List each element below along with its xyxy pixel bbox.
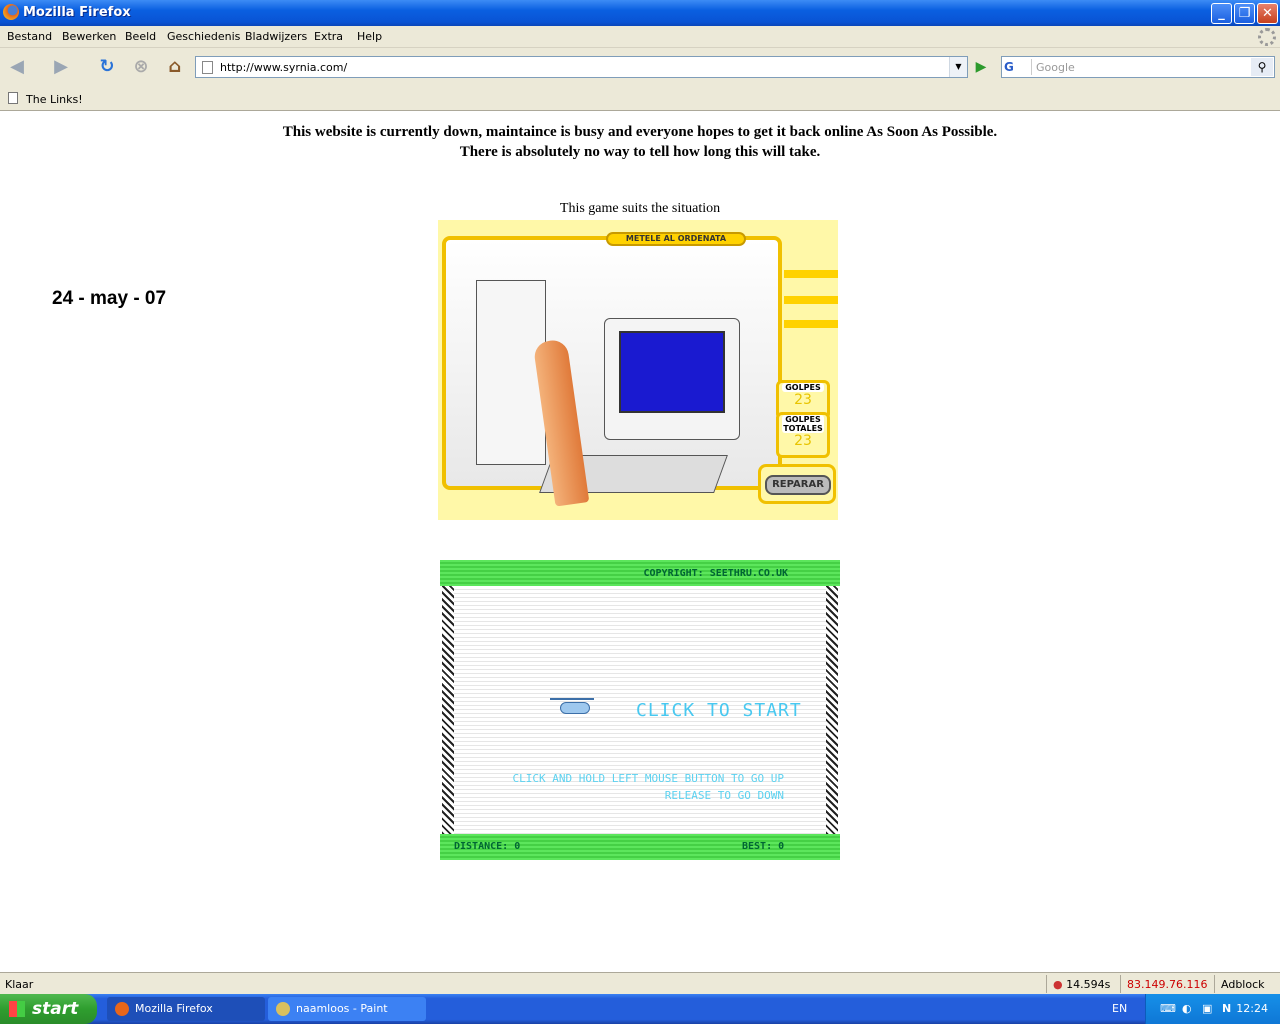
reload-icon[interactable]: ↻ xyxy=(94,54,120,80)
clock: 12:24 xyxy=(1236,1002,1268,1015)
page-icon xyxy=(202,61,213,74)
instruction-down: RELEASE TO GO DOWN xyxy=(664,789,784,802)
game-banner: METELE AL ORDENATA xyxy=(606,232,746,246)
best-label: BEST: xyxy=(742,841,773,852)
best-readout: BEST: 0 xyxy=(742,841,784,852)
start-label: start xyxy=(32,999,79,1019)
forward-arrow-icon[interactable]: ▶ xyxy=(48,54,74,80)
task-label: Mozilla Firefox xyxy=(135,1002,213,1015)
minimize-button[interactable]: _ xyxy=(1211,3,1232,24)
language-indicator[interactable]: EN xyxy=(1112,1002,1127,1015)
copyright-text: COPYRIGHT: SEETHRU.CO.UK xyxy=(643,568,789,579)
smash-computer-game[interactable]: METELE AL ORDENATA GOLPES 23 GOLPES TOTA… xyxy=(438,220,838,520)
menu-bar: Bestand Bewerken Beeld Geschiedenis Blad… xyxy=(0,26,1280,48)
menu-bewerken[interactable]: Bewerken xyxy=(62,30,116,43)
system-tray: ⌨ ◐ ▣ N 12:24 xyxy=(1145,994,1280,1024)
best-value: 0 xyxy=(778,841,785,852)
monitor-illustration xyxy=(604,318,740,440)
firefox-icon xyxy=(3,4,19,20)
ladybug-icon: ● xyxy=(1053,978,1063,991)
maximize-button[interactable]: ❐ xyxy=(1234,3,1255,24)
load-timer: 14.594s xyxy=(1066,978,1111,991)
task-firefox[interactable]: Mozilla Firefox xyxy=(107,997,265,1021)
downtime-line-2: There is absolutely no way to tell how l… xyxy=(459,144,821,160)
total-hits-counter: GOLPES TOTALES 23 xyxy=(776,412,830,458)
window-title: Mozilla Firefox xyxy=(23,5,131,20)
task-label: naamloos - Paint xyxy=(296,1002,388,1015)
menu-help[interactable]: Help xyxy=(357,30,382,43)
helicopter-game[interactable]: COPYRIGHT: SEETHRU.CO.UK CLICK TO START … xyxy=(440,560,840,860)
distance-label: DISTANCE: xyxy=(454,841,509,852)
url-text[interactable]: http://www.syrnia.com/ xyxy=(220,61,347,74)
decor-stripe xyxy=(784,270,838,278)
url-dropdown-icon[interactable]: ▼ xyxy=(949,57,967,77)
date-label: 24 - may - 07 xyxy=(52,288,167,309)
bookmark-the-links[interactable]: The Links! xyxy=(26,93,83,106)
go-arrow-icon[interactable]: ▶ xyxy=(971,57,991,77)
distance-readout: DISTANCE: 0 xyxy=(454,841,520,852)
search-bar[interactable]: G Google ⚲ xyxy=(1001,56,1275,78)
bookmarks-toolbar: The Links! xyxy=(0,86,1280,111)
hits-label: GOLPES xyxy=(782,383,824,392)
downtime-notice: This website is currently down, maintain… xyxy=(0,122,1280,162)
pc-tower-illustration xyxy=(476,280,546,465)
task-paint[interactable]: naamloos - Paint xyxy=(268,997,426,1021)
menu-geschiedenis[interactable]: Geschiedenis xyxy=(167,30,240,43)
timer-panel[interactable]: ● 14.594s xyxy=(1046,975,1118,993)
decor-stripe xyxy=(784,320,838,328)
menu-bestand[interactable]: Bestand xyxy=(7,30,52,43)
hits-value: 23 xyxy=(794,392,812,408)
menu-beeld[interactable]: Beeld xyxy=(125,30,156,43)
page-content: This website is currently down, maintain… xyxy=(0,112,1280,972)
total-hits-value: 23 xyxy=(794,433,812,449)
tray-icon[interactable]: N xyxy=(1222,1002,1231,1015)
menu-bladwijzers[interactable]: Bladwijzers xyxy=(245,30,307,43)
search-icon[interactable]: ⚲ xyxy=(1251,58,1273,76)
decor-stripe xyxy=(784,296,838,304)
tray-icon[interactable]: ▣ xyxy=(1202,1002,1212,1015)
ip-address[interactable]: 83.149.76.116 xyxy=(1120,975,1215,993)
right-wall xyxy=(826,586,838,834)
back-arrow-icon[interactable]: ◀ xyxy=(4,54,30,80)
title-bar: Mozilla Firefox _ ❐ ✕ xyxy=(0,0,1280,26)
menu-extra[interactable]: Extra xyxy=(314,30,343,43)
status-bar: Klaar ● 14.594s 83.149.76.116 Adblock xyxy=(0,972,1280,994)
url-bar[interactable]: http://www.syrnia.com/ ▼ xyxy=(195,56,968,78)
adblock-status[interactable]: Adblock xyxy=(1214,975,1273,993)
game-top-bar: COPYRIGHT: SEETHRU.CO.UK xyxy=(440,560,840,586)
distance-value: 0 xyxy=(514,841,521,852)
wrench-icon[interactable]: REPARAR xyxy=(765,475,831,495)
repair-button[interactable]: REPARAR xyxy=(758,464,836,504)
helicopter-body xyxy=(560,702,590,714)
stop-icon[interactable]: ⊗ xyxy=(128,54,154,80)
activity-throbber-icon xyxy=(1258,28,1276,46)
click-to-start[interactable]: CLICK TO START xyxy=(636,700,802,721)
instruction-up: CLICK AND HOLD LEFT MOUSE BUTTON TO GO U… xyxy=(512,772,784,785)
downtime-line-1: This website is currently down, maintain… xyxy=(282,124,998,140)
start-button[interactable]: start xyxy=(0,994,97,1024)
close-button[interactable]: ✕ xyxy=(1257,3,1278,24)
helicopter-icon xyxy=(550,698,594,718)
game-caption: This game suits the situation xyxy=(559,201,721,216)
rotor xyxy=(550,698,594,700)
blue-screen-illustration xyxy=(619,331,725,413)
status-text: Klaar xyxy=(5,978,34,991)
game-scene[interactable] xyxy=(442,236,782,507)
home-icon[interactable]: ⌂ xyxy=(162,54,188,80)
taskbar: start Mozilla Firefox naamloos - Paint E… xyxy=(0,994,1280,1024)
left-wall xyxy=(442,586,454,834)
tray-icon[interactable]: ◐ xyxy=(1182,1002,1192,1015)
keyboard-icon[interactable]: ⌨ xyxy=(1160,1002,1176,1015)
paint-icon xyxy=(276,1002,290,1016)
total-hits-label: GOLPES TOTALES xyxy=(782,415,824,433)
bookmark-page-icon xyxy=(8,92,18,104)
search-input[interactable]: Google xyxy=(1036,61,1075,74)
search-engine-icon[interactable]: G xyxy=(1004,59,1032,75)
firefox-icon xyxy=(115,1002,129,1016)
windows-logo-icon xyxy=(9,1001,25,1017)
